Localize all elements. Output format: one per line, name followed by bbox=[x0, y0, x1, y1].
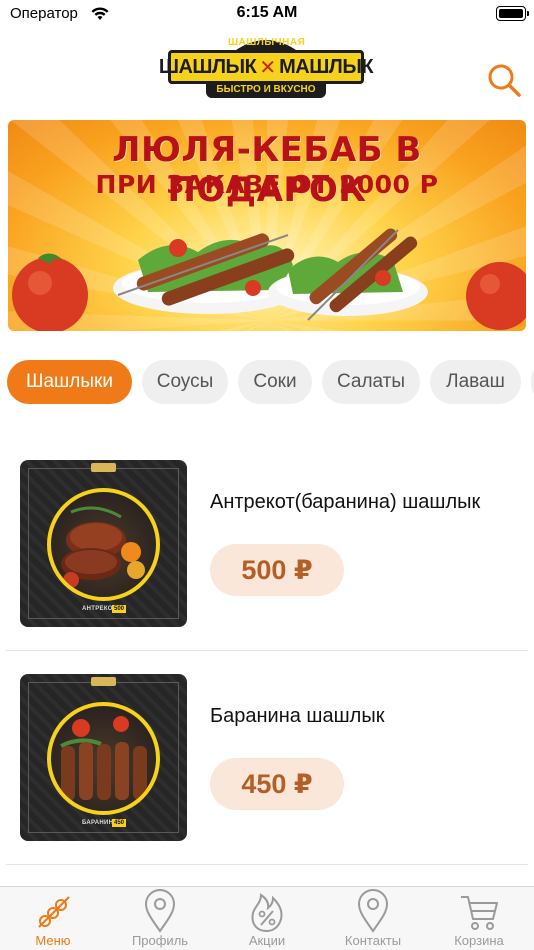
tab-menu[interactable]: Меню bbox=[0, 887, 106, 950]
battery-icon bbox=[496, 6, 529, 21]
banner-subline: ПРИ ЗАКАЗЕ ОТ 2000 Р bbox=[95, 170, 439, 199]
header: ШАШЛЫЧНАЯ ШАШЛЫК ✕ МАШЛЫК БЫСТРО И ВКУСН… bbox=[0, 28, 534, 110]
tab-cart[interactable]: Корзина bbox=[426, 887, 532, 950]
tab-label: Профиль bbox=[131, 933, 189, 948]
chip-shashlyki[interactable]: Шашлыки bbox=[7, 360, 132, 404]
product-name: Антрекот(баранина) шашлык bbox=[210, 491, 481, 513]
clock: 6:15 AM bbox=[236, 4, 298, 21]
status-bar: Оператор 6:15 AM bbox=[0, 0, 534, 28]
product-image: БАРАНИНА 450 bbox=[20, 674, 187, 841]
tab-label: Акции bbox=[248, 933, 286, 948]
location-pin-icon bbox=[144, 889, 176, 933]
steak-illustration bbox=[61, 506, 145, 588]
image-logo bbox=[91, 463, 116, 472]
chip-lavash[interactable]: Лаваш bbox=[430, 360, 521, 404]
tab-label: Корзина bbox=[454, 933, 504, 948]
fire-percent-icon bbox=[251, 893, 283, 933]
skewers-illustration bbox=[60, 716, 147, 801]
logo-bottom-text: БЫСТРО И ВКУСНО bbox=[206, 82, 326, 98]
product-card[interactable]: АНТРЕКОТ 500 Антрекот(баранина) шашлык 5… bbox=[6, 437, 528, 651]
chip-salaty[interactable]: Салаты bbox=[322, 360, 420, 404]
tab-bar: Меню Профиль Акции Контакты Корзина bbox=[0, 886, 534, 950]
brand-logo: ШАШЛЫЧНАЯ ШАШЛЫК ✕ МАШЛЫК БЫСТРО И ВКУСН… bbox=[159, 32, 374, 102]
promo-banner[interactable]: ЛЮЛЯ-КЕБАБ В ПОДАРОК ПРИ ЗАКАЗЕ ОТ 2000 … bbox=[8, 120, 526, 331]
location-pin-icon bbox=[357, 889, 389, 933]
dish-photo bbox=[47, 702, 160, 815]
tab-label: Меню bbox=[35, 933, 71, 948]
crossed-skewers-icon: ✕ bbox=[259, 56, 277, 79]
dish-photo bbox=[47, 488, 160, 601]
price-button[interactable]: 450 ₽ bbox=[210, 758, 344, 810]
chip-sousy[interactable]: Соусы bbox=[142, 360, 228, 404]
image-logo bbox=[91, 677, 116, 686]
skewer-icon bbox=[38, 896, 70, 928]
chip-soki[interactable]: Соки bbox=[238, 360, 312, 404]
logo-main-band: ШАШЛЫК ✕ МАШЛЫК bbox=[159, 50, 374, 84]
product-name: Баранина шашлык bbox=[210, 705, 385, 727]
image-price-tag: 450 bbox=[112, 819, 127, 827]
tab-promotions[interactable]: Акции bbox=[214, 887, 320, 950]
product-card[interactable]: БАРАНИНА 450 Баранина шашлык 450 ₽ bbox=[6, 651, 528, 865]
tab-profile[interactable]: Профиль bbox=[107, 887, 213, 950]
logo-word-left: ШАШЛЫК bbox=[158, 55, 257, 78]
tab-contacts[interactable]: Контакты bbox=[320, 887, 426, 950]
price-button[interactable]: 500 ₽ bbox=[210, 544, 344, 596]
search-icon[interactable] bbox=[486, 62, 522, 98]
category-chips: Шашлыки Соусы Соки Салаты Лаваш bbox=[0, 360, 534, 405]
tab-label: Контакты bbox=[344, 933, 402, 948]
cart-icon bbox=[461, 896, 498, 930]
product-image: АНТРЕКОТ 500 bbox=[20, 460, 187, 627]
logo-word-right: МАШЛЫК bbox=[279, 55, 374, 78]
image-price-tag: 500 bbox=[112, 605, 127, 613]
